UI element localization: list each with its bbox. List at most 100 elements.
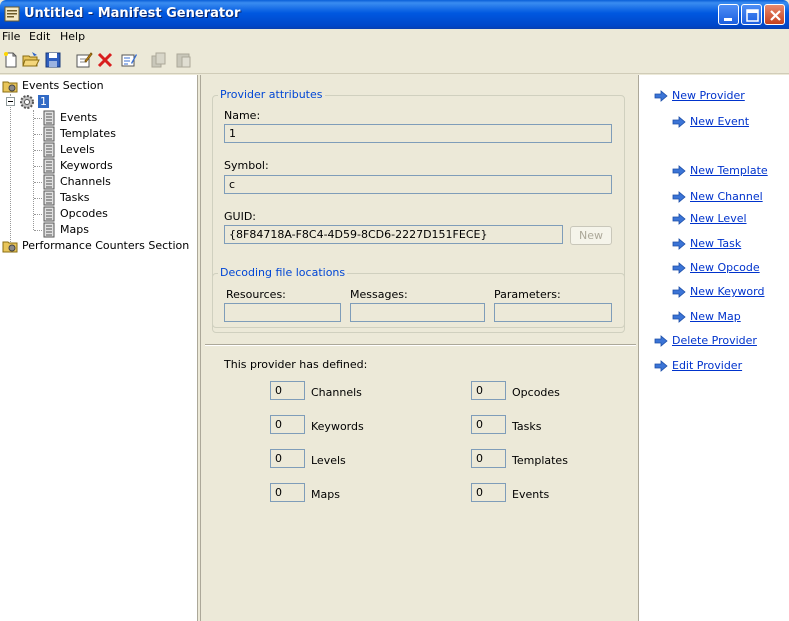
list-icon [43,158,55,174]
tree-item-levels[interactable]: Levels [60,143,95,156]
paste-icon[interactable] [174,51,192,69]
count-label-templates: Templates [512,454,568,467]
toolbar [0,47,789,74]
delete-icon[interactable] [96,51,114,69]
arrow-right-icon [672,191,686,203]
divider [205,344,636,346]
properties-icon[interactable] [120,51,138,69]
count-label-events: Events [512,488,550,501]
tree-item-maps[interactable]: Maps [60,223,89,236]
arrow-right-icon [672,286,686,298]
count-label-keywords: Keywords [311,420,364,433]
new-opcode-link[interactable]: New Opcode [690,261,760,274]
app-icon [4,6,20,22]
new-level-link[interactable]: New Level [690,212,747,225]
arrow-right-icon [654,90,668,102]
menu-file[interactable]: File [2,30,20,43]
new-keyword-link[interactable]: New Keyword [690,285,764,298]
new-task-link[interactable]: New Task [690,237,741,250]
provider-detail-panel: Provider attributes Name: 1 Symbol: c GU… [200,75,637,621]
menu-bar: File Edit Help [0,29,789,47]
new-event-link[interactable]: New Event [690,115,749,128]
arrow-right-icon [672,238,686,250]
arrow-right-icon [672,213,686,225]
arrow-right-icon [672,262,686,274]
count-label-levels: Levels [311,454,346,467]
list-icon [43,174,55,190]
list-icon [43,126,55,142]
list-icon [43,222,55,238]
actions-panel: New Provider New Event New Template New Cha… [638,75,789,621]
minimize-icon [724,18,732,21]
parameters-label: Parameters: [494,288,561,301]
count-label-tasks: Tasks [512,420,542,433]
list-icon [43,110,55,126]
menu-help[interactable]: Help [60,30,85,43]
guid-label: GUID: [224,210,256,223]
save-icon[interactable] [44,51,62,69]
new-map-link[interactable]: New Map [690,310,741,323]
guid-field[interactable]: {8F84718A-F8C4-4D59-8CD6-2227D151FECE} [224,225,563,244]
decoding-legend: Decoding file locations [218,266,348,279]
list-icon [43,190,55,206]
copy-icon[interactable] [150,51,168,69]
tree-item-tasks[interactable]: Tasks [60,191,89,204]
tree-panel[interactable]: Events Section 1 Events Templates Levels Ke… [0,75,198,621]
symbol-field[interactable]: c [224,175,612,194]
edit-icon[interactable] [75,51,93,69]
count-tasks: 0 [471,415,506,434]
open-icon[interactable] [22,51,40,69]
messages-label: Messages: [350,288,408,301]
name-field[interactable]: 1 [224,124,612,143]
tree-item-events[interactable]: Events [60,111,97,124]
tree-provider-node[interactable]: 1 [38,95,49,108]
close-button[interactable] [764,4,785,25]
arrow-right-icon [654,335,668,347]
count-label-opcodes: Opcodes [512,386,560,399]
count-templates: 0 [471,449,506,468]
tree-events-section[interactable]: Events Section [22,79,104,92]
count-label-channels: Channels [311,386,362,399]
list-icon [43,206,55,222]
maximize-button[interactable] [741,4,762,25]
new-file-icon[interactable] [2,51,20,69]
resources-label: Resources: [226,288,286,301]
provider-attributes-legend: Provider attributes [218,88,325,101]
menu-edit[interactable]: Edit [29,30,50,43]
tree-item-opcodes[interactable]: Opcodes [60,207,108,220]
arrow-right-icon [672,311,686,323]
arrow-right-icon [654,360,668,372]
close-icon [770,10,781,21]
parameters-field[interactable] [494,303,612,322]
title-bar[interactable]: Untitled - Manifest Generator [0,0,789,29]
count-channels: 0 [270,381,305,400]
delete-provider-link[interactable]: Delete Provider [672,334,757,347]
new-channel-link[interactable]: New Channel [690,190,763,203]
count-events: 0 [471,483,506,502]
name-label: Name: [224,109,261,122]
new-provider-link[interactable]: New Provider [672,89,745,102]
tree-item-templates[interactable]: Templates [60,127,116,140]
count-levels: 0 [270,449,305,468]
tree-performance-section[interactable]: Performance Counters Section [22,239,189,252]
collapse-toggle[interactable] [6,97,15,106]
tree-item-keywords[interactable]: Keywords [60,159,113,172]
maximize-icon [746,9,759,22]
minimize-button[interactable] [718,4,739,25]
count-keywords: 0 [270,415,305,434]
edit-provider-link[interactable]: Edit Provider [672,359,742,372]
window-title: Untitled - Manifest Generator [24,6,241,21]
summary-heading: This provider has defined: [224,358,368,371]
new-guid-button[interactable]: New [570,226,612,245]
section-folder-icon [2,81,18,93]
count-opcodes: 0 [471,381,506,400]
arrow-right-icon [672,165,686,177]
messages-field[interactable] [350,303,485,322]
count-maps: 0 [270,483,305,502]
resources-field[interactable] [224,303,341,322]
section-folder-icon [2,241,18,253]
count-label-maps: Maps [311,488,340,501]
list-icon [43,142,55,158]
tree-item-channels[interactable]: Channels [60,175,111,188]
new-template-link[interactable]: New Template [690,164,768,177]
